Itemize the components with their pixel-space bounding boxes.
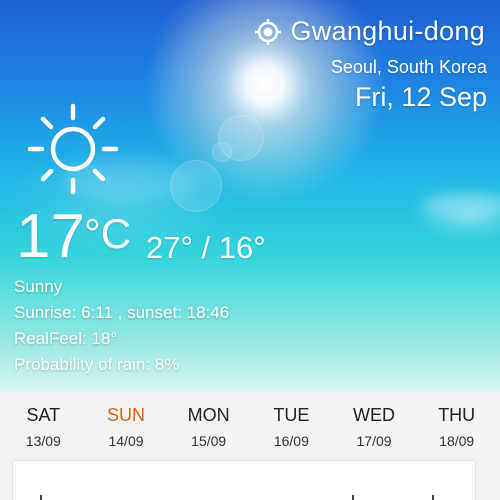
lens-flare bbox=[212, 142, 232, 162]
forecast-day-date: 15/09 bbox=[191, 433, 227, 449]
high-low-temperature: 27° / 16° bbox=[146, 230, 266, 265]
cloud-streak bbox=[420, 190, 500, 218]
location-region: Seoul, South Korea bbox=[330, 57, 487, 77]
forecast-day-name: TUE bbox=[273, 405, 310, 425]
forecast-day[interactable]: THU 18/09 bbox=[415, 392, 498, 449]
forecast-detail-card bbox=[12, 460, 476, 500]
forecast-day-name: SUN bbox=[107, 405, 146, 425]
chart-tick bbox=[432, 495, 434, 500]
rain-probability: Probability of rain: 8% bbox=[14, 355, 180, 374]
forecast-day-date: 13/09 bbox=[25, 433, 61, 449]
forecast-day[interactable]: WED 17/09 bbox=[333, 392, 416, 449]
sun-icon bbox=[26, 102, 120, 196]
forecast-day-name: MON bbox=[187, 405, 230, 425]
realfeel: RealFeel: 18° bbox=[14, 329, 118, 348]
current-temperature: 17 bbox=[16, 202, 85, 271]
forecast-day[interactable]: SUN 14/09 bbox=[85, 392, 168, 449]
chart-tick bbox=[40, 495, 42, 500]
forecast-day-name: WED bbox=[353, 405, 396, 425]
forecast-day-name: SAT bbox=[26, 405, 61, 425]
forecast-day-name: THU bbox=[438, 405, 476, 425]
location-header[interactable]: Gwanghui-dong bbox=[254, 16, 485, 47]
sunrise-sunset: Sunrise: 6:11 , sunset: 18:46 bbox=[14, 303, 230, 322]
forecast-day[interactable]: MON 15/09 bbox=[167, 392, 250, 449]
temperature-unit: °C bbox=[84, 210, 132, 257]
forecast-day[interactable]: SAT 13/09 bbox=[2, 392, 85, 449]
forecast-day[interactable]: TUE 16/09 bbox=[250, 392, 333, 449]
weather-condition: Sunny bbox=[14, 277, 63, 296]
location-name[interactable]: Gwanghui-dong bbox=[290, 16, 485, 47]
chart-tick bbox=[352, 495, 354, 500]
current-date: Fri, 12 Sep bbox=[354, 82, 487, 112]
forecast-day-date: 18/09 bbox=[439, 433, 475, 449]
forecast-day-date: 16/09 bbox=[273, 433, 309, 449]
forecast-day-date: 14/09 bbox=[108, 433, 144, 449]
forecast-day-date: 17/09 bbox=[356, 433, 392, 449]
location-target-icon[interactable] bbox=[254, 18, 282, 46]
